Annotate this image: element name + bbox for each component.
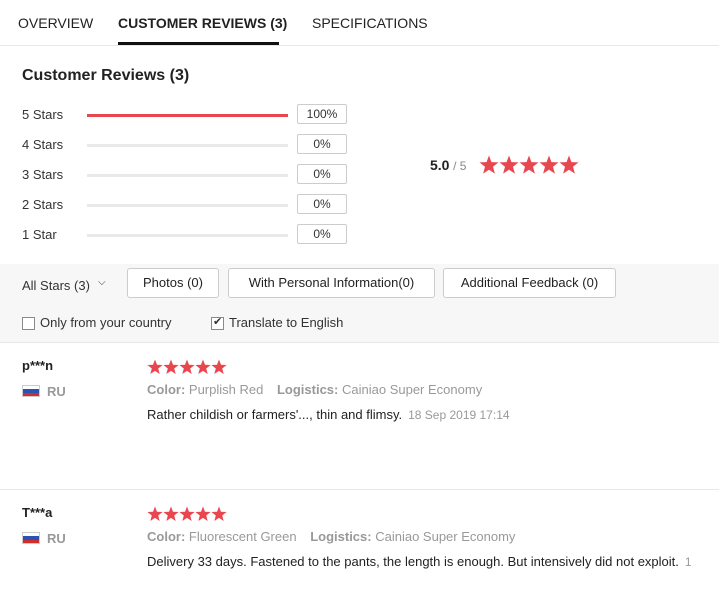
review-stars	[147, 506, 227, 521]
review-stars	[147, 359, 227, 374]
review-tabs: OVERVIEW CUSTOMER REVIEWS (3) SPECIFICAT…	[0, 0, 719, 46]
review-date: 1	[684, 555, 692, 569]
chevron-down-icon[interactable]: ⌵	[98, 277, 106, 288]
reviewer-country: RU	[47, 384, 66, 399]
star-icon	[499, 155, 519, 174]
star-icon	[211, 359, 227, 374]
rating-row-2: 2 Stars 0%	[22, 193, 352, 217]
rating-label: 5 Stars	[22, 107, 64, 122]
average-out-of: / 5	[453, 159, 467, 173]
translate-checkbox[interactable]: ✔	[211, 316, 224, 330]
rating-percent: 0%	[297, 164, 347, 184]
only-country-checkbox[interactable]	[22, 317, 35, 330]
star-icon	[479, 155, 499, 174]
star-icon	[147, 506, 163, 521]
color-label: Color:	[147, 529, 186, 544]
star-icon	[559, 155, 579, 174]
color-value: Purplish Red	[188, 382, 264, 397]
review-meta: Color: Fluorescent Green Logistics: Cain…	[147, 529, 515, 544]
rating-bar	[87, 234, 288, 237]
photos-filter-button[interactable]: Photos (0)	[127, 268, 219, 298]
tab-overview[interactable]: OVERVIEW	[18, 15, 93, 31]
tab-specifications[interactable]: SPECIFICATIONS	[312, 15, 428, 31]
review-text: Delivery 33 days. Fastened to the pants,…	[147, 554, 692, 569]
reviewer-country: RU	[47, 531, 66, 546]
active-tab-underline	[118, 42, 279, 45]
rating-label: 2 Stars	[22, 197, 64, 212]
review-body: Rather childish or farmers'..., thin and…	[147, 407, 403, 422]
all-stars-dropdown[interactable]: All Stars (3)	[22, 278, 90, 293]
reviewer-name: p***n	[22, 358, 54, 373]
star-icon	[195, 506, 211, 521]
rating-percent: 0%	[297, 194, 347, 214]
only-country-label: Only from your country	[40, 315, 172, 330]
star-icon	[163, 506, 179, 521]
personal-info-filter-button[interactable]: With Personal Information(0)	[228, 268, 435, 298]
logistics-value: Cainiao Super Economy	[342, 382, 483, 397]
star-icon	[179, 506, 195, 521]
rating-label: 3 Stars	[22, 167, 64, 182]
russia-flag-icon	[22, 385, 40, 397]
filter-bar: All Stars (3) ⌵ Photos (0) With Personal…	[0, 264, 719, 342]
review-text: Rather childish or farmers'..., thin and…	[147, 407, 510, 422]
star-icon	[147, 359, 163, 374]
rating-bar	[87, 114, 288, 117]
review-date: 18 Sep 2019 17:14	[408, 408, 510, 422]
logistics-label: Logistics:	[276, 382, 339, 397]
rating-bar-fill	[87, 114, 288, 117]
rating-row-5: 5 Stars 100%	[22, 103, 352, 127]
average-stars	[479, 155, 579, 174]
review-body: Delivery 33 days. Fastened to the pants,…	[147, 554, 679, 569]
star-icon	[211, 506, 227, 521]
rating-row-1: 1 Star 0%	[22, 223, 352, 247]
review-divider	[0, 342, 719, 343]
rating-row-4: 4 Stars 0%	[22, 133, 352, 157]
section-title: Customer Reviews (3)	[22, 67, 190, 84]
additional-feedback-filter-button[interactable]: Additional Feedback (0)	[443, 268, 616, 298]
rating-row-3: 3 Stars 0%	[22, 163, 352, 187]
rating-label: 1 Star	[22, 227, 57, 242]
rating-bar	[87, 174, 288, 177]
logistics-label: Logistics:	[310, 529, 372, 544]
average-score: 5.0	[430, 157, 450, 173]
check-icon: ✔	[213, 316, 223, 328]
rating-percent: 100%	[297, 104, 347, 124]
logistics-value: Cainiao Super Economy	[375, 529, 516, 544]
star-icon	[163, 359, 179, 374]
rating-percent: 0%	[297, 224, 347, 244]
average-rating: 5.0 / 5	[430, 157, 466, 173]
review-meta: Color: Purplish Red Logistics: Cainiao S…	[147, 382, 482, 397]
color-value: Fluorescent Green	[188, 529, 297, 544]
russia-flag-icon	[22, 532, 40, 544]
tab-customer-reviews[interactable]: CUSTOMER REVIEWS (3)	[118, 15, 287, 31]
rating-percent: 0%	[297, 134, 347, 154]
translate-label: Translate to English	[229, 315, 344, 330]
color-label: Color:	[147, 382, 186, 397]
review-divider	[0, 489, 719, 490]
rating-bar	[87, 204, 288, 207]
rating-label: 4 Stars	[22, 137, 64, 152]
star-icon	[179, 359, 195, 374]
star-icon	[519, 155, 539, 174]
reviewer-name: T***a	[22, 505, 53, 520]
star-icon	[195, 359, 211, 374]
rating-bar	[87, 144, 288, 147]
star-icon	[539, 155, 559, 174]
